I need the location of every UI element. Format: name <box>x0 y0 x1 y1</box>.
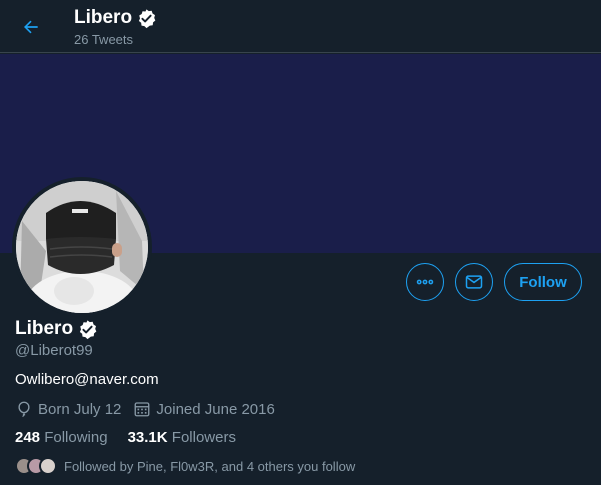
more-button[interactable] <box>406 263 444 301</box>
following-label: Following <box>44 429 108 446</box>
birthday-item: Born July 12 <box>15 400 121 418</box>
calendar-icon <box>134 402 150 417</box>
verified-badge-icon <box>136 8 157 29</box>
profile-name: Libero <box>15 318 74 339</box>
more-icon <box>416 279 434 285</box>
avatar[interactable] <box>12 177 152 317</box>
header-name: Libero <box>74 7 133 28</box>
mail-icon <box>465 275 483 289</box>
birthday-text: Born July 12 <box>38 400 122 418</box>
followed-by-avatars <box>15 457 57 475</box>
profile-handle: @Liberot99 <box>15 342 93 359</box>
message-button[interactable] <box>455 263 493 301</box>
followers-count: 33.1K <box>127 429 168 446</box>
joined-item: Joined June 2016 <box>133 400 275 418</box>
back-button[interactable] <box>14 10 48 44</box>
following-link[interactable]: 248 Following <box>15 429 108 446</box>
follow-stats: 248 Following 33.1K Followers <box>15 429 256 446</box>
followers-label: Followers <box>171 429 236 446</box>
following-count: 248 <box>15 429 41 446</box>
joined-text: Joined June 2016 <box>156 400 275 418</box>
followed-by-row[interactable]: Followed by Pine, Fl0w3R, and 4 others y… <box>15 457 355 475</box>
profile-bio: Owlibero@naver.com <box>15 371 159 388</box>
top-bar: Libero 26 Tweets <box>0 0 601 53</box>
profile-meta: Born July 12 Joined June 2016 <box>15 400 287 418</box>
mini-avatar <box>39 457 57 475</box>
verified-badge-icon <box>77 319 98 340</box>
follow-button[interactable]: Follow <box>504 263 582 301</box>
avatar-photo <box>16 181 148 313</box>
balloon-icon <box>18 401 30 418</box>
tweet-count: 26 Tweets <box>74 32 134 47</box>
followed-by-text: Followed by Pine, Fl0w3R, and 4 others y… <box>64 458 356 474</box>
followers-link[interactable]: 33.1K Followers <box>128 429 236 446</box>
arrow-left-icon <box>24 20 38 34</box>
